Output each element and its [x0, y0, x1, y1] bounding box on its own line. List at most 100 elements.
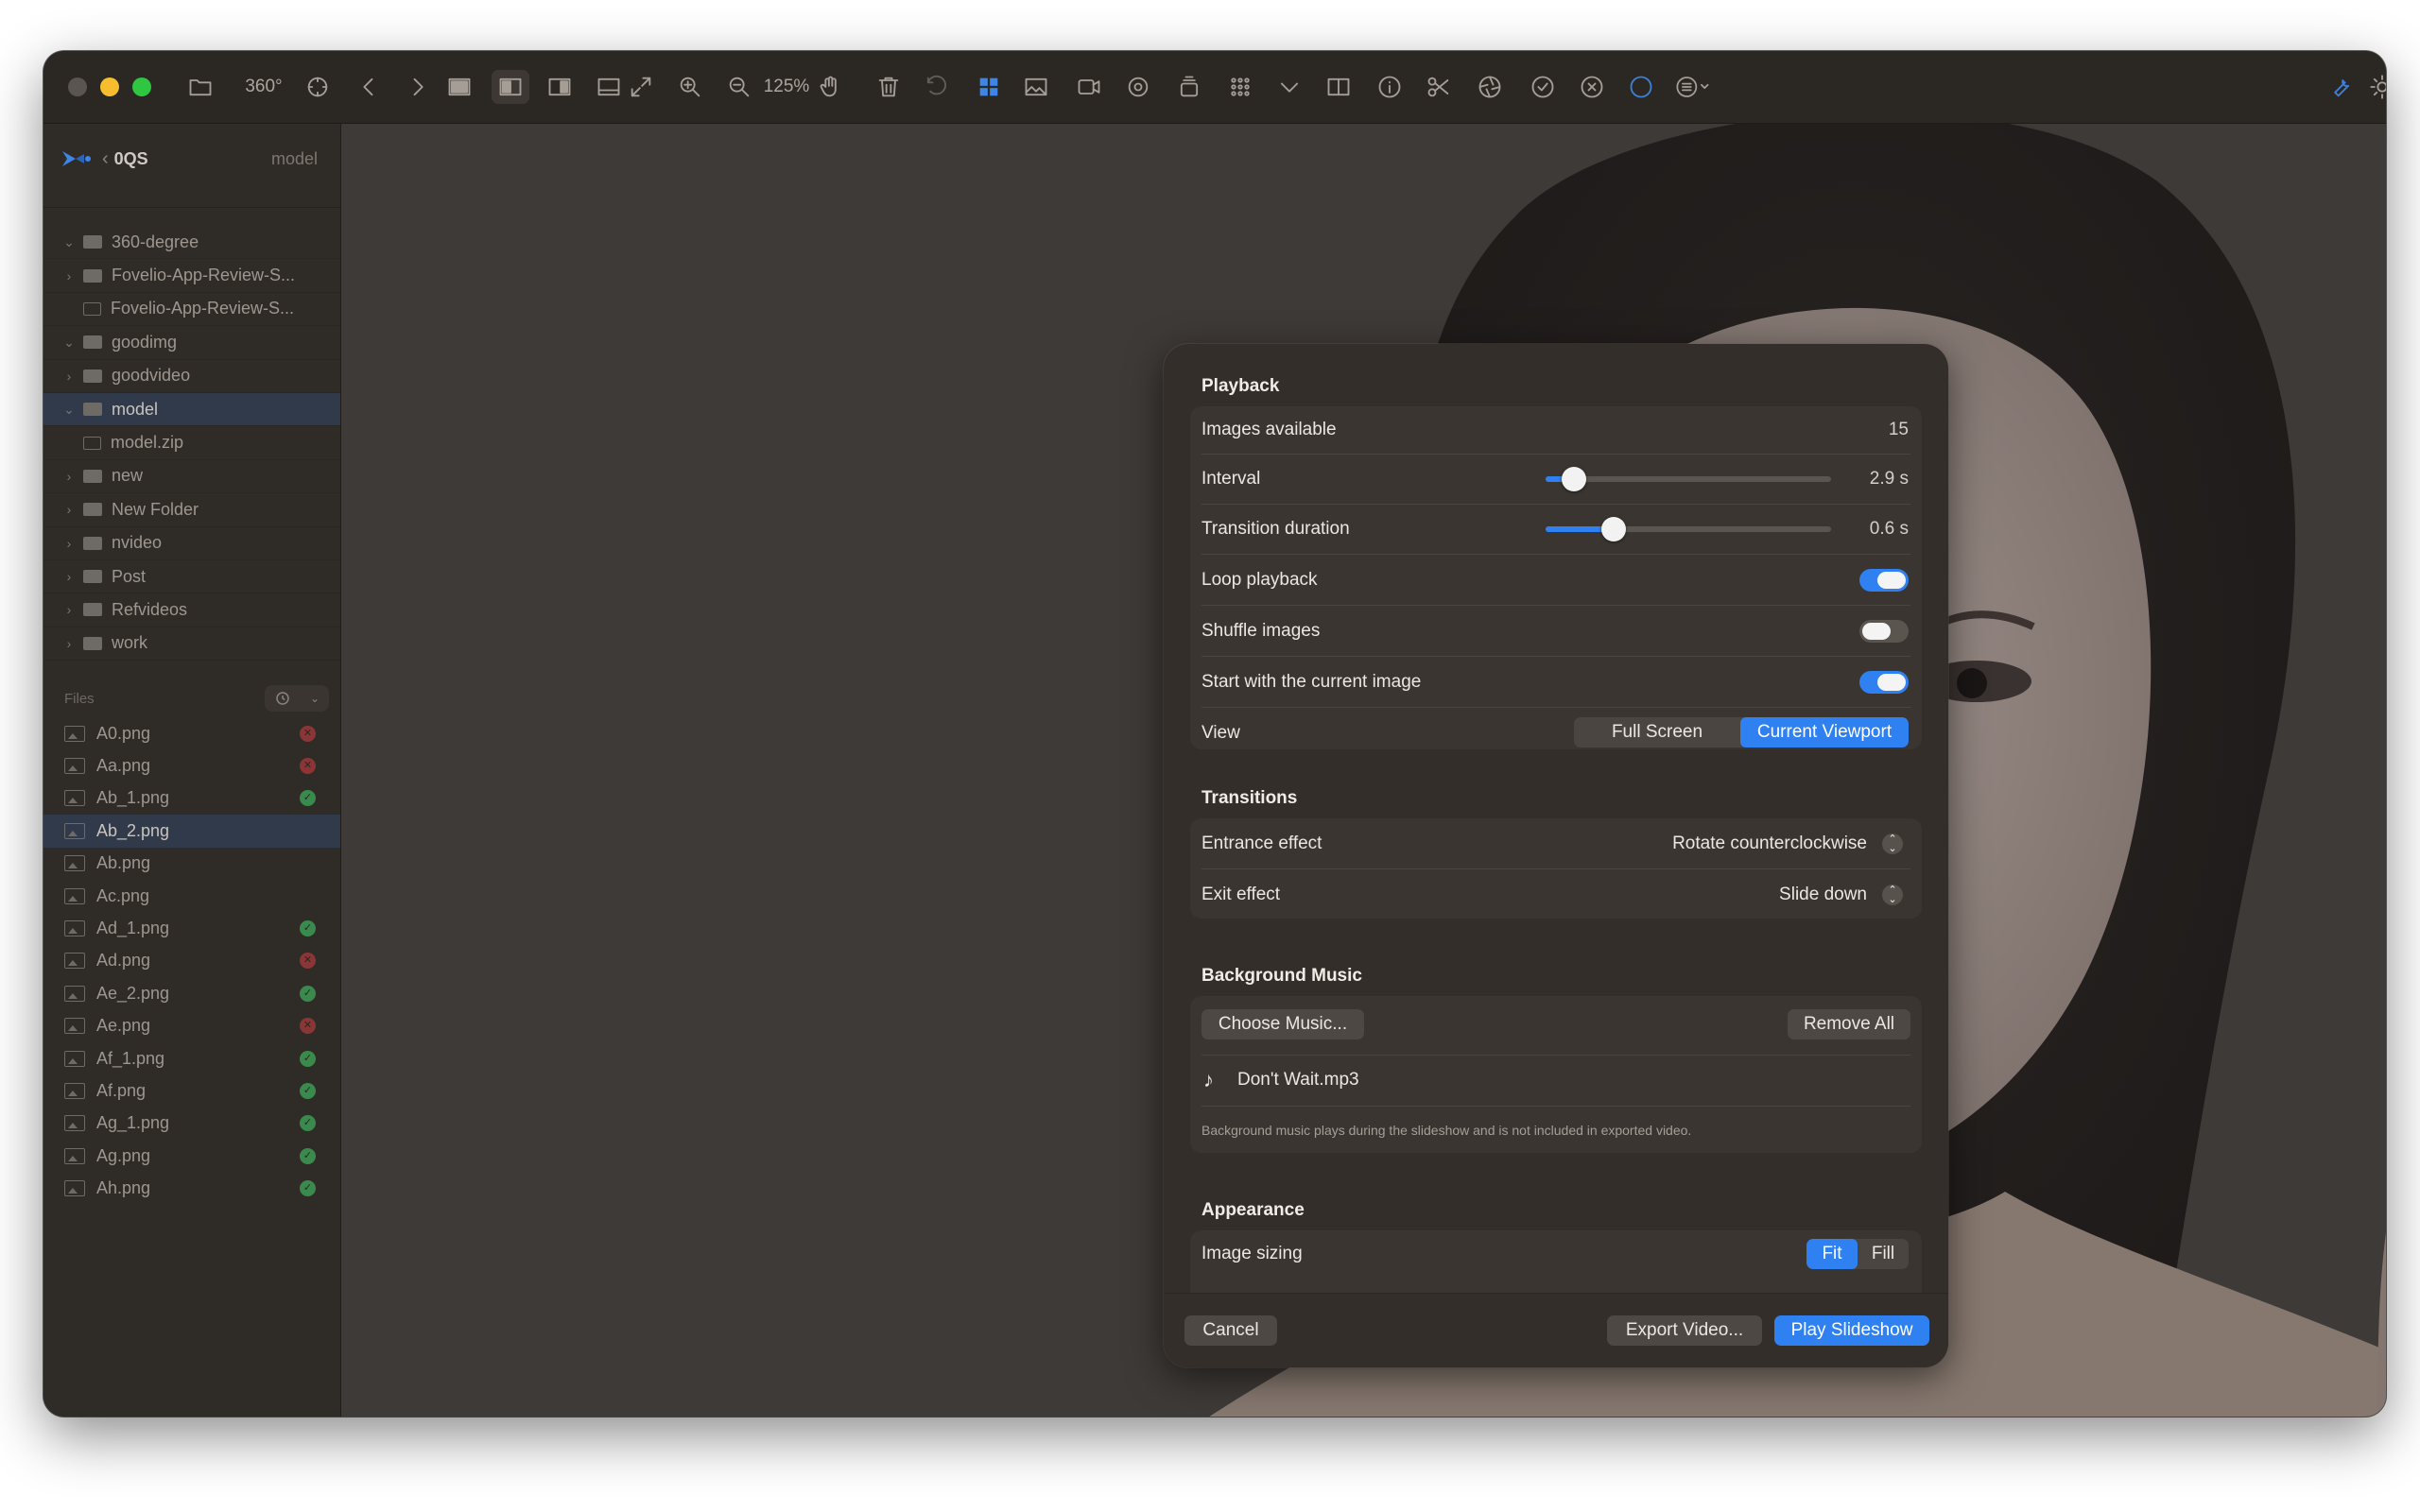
apps-grid-icon[interactable]: [1223, 70, 1257, 104]
fullscreen-icon[interactable]: [624, 70, 658, 104]
start-current-toggle[interactable]: [1859, 670, 1909, 694]
rejected-badge-icon[interactable]: ✕: [300, 1018, 316, 1035]
chevron-down-icon[interactable]: ⌄: [62, 335, 76, 351]
file-item[interactable]: Ag.png ✓: [43, 1140, 340, 1172]
minimize-window-button[interactable]: [100, 77, 119, 96]
chevron-right-icon[interactable]: ›: [62, 536, 76, 551]
chevron-right-icon[interactable]: ›: [62, 569, 76, 584]
folder-item[interactable]: › New Folder: [43, 493, 340, 527]
chevron-down-icon[interactable]: ⌄: [62, 402, 76, 418]
chevron-down-icon[interactable]: [1272, 70, 1306, 104]
accepted-badge-icon[interactable]: ✓: [300, 1082, 316, 1099]
file-item[interactable]: Ad_1.png ✓: [43, 912, 340, 944]
folder-item[interactable]: ⌄ 360-degree: [43, 226, 340, 260]
file-item[interactable]: Af_1.png ✓: [43, 1042, 340, 1074]
file-item[interactable]: Ae_2.png ✓: [43, 977, 340, 1009]
brightness-icon[interactable]: [2365, 70, 2386, 104]
accepted-badge-icon[interactable]: ✓: [300, 1147, 316, 1164]
filter-menu-icon[interactable]: [1669, 70, 1717, 104]
wrench-icon[interactable]: [2324, 70, 2358, 104]
chevron-right-icon[interactable]: ›: [62, 369, 76, 384]
aperture-icon[interactable]: [1473, 70, 1507, 104]
accepted-badge-icon[interactable]: ✓: [300, 1050, 316, 1067]
check-circle-icon[interactable]: [1526, 70, 1560, 104]
circle-icon[interactable]: [1624, 70, 1658, 104]
chevron-right-icon[interactable]: ›: [62, 502, 76, 517]
close-window-button[interactable]: [68, 77, 87, 96]
sizing-fit-option[interactable]: Fit: [1806, 1239, 1858, 1269]
folder-item[interactable]: model.zip: [43, 426, 340, 460]
view-360-button[interactable]: 360°: [240, 70, 287, 104]
entrance-effect-popup[interactable]: Rotate counterclockwise ⌃ ⌄: [1672, 833, 1903, 854]
accepted-badge-icon[interactable]: ✓: [300, 1115, 316, 1132]
file-item[interactable]: Ah.png ✓: [43, 1172, 340, 1204]
interval-slider-knob[interactable]: [1562, 467, 1587, 491]
view-current-viewport-option[interactable]: Current Viewport: [1740, 717, 1909, 747]
interval-slider[interactable]: [1546, 467, 1831, 491]
view-full-screen-option[interactable]: Full Screen: [1574, 717, 1740, 747]
right-sidebar-view-icon[interactable]: [543, 70, 577, 104]
sizing-fill-option[interactable]: Fill: [1858, 1239, 1909, 1269]
image-canvas[interactable]: Playback Images available 15 Interval 2.…: [341, 124, 2386, 1417]
zoom-out-icon[interactable]: [722, 70, 756, 104]
folder-item[interactable]: ⌄ model: [43, 392, 340, 427]
file-item[interactable]: Ab_2.png: [43, 815, 340, 848]
file-item[interactable]: A0.png ✕: [43, 717, 340, 749]
transition-duration-slider[interactable]: [1546, 517, 1831, 541]
spinner-icon[interactable]: [301, 70, 335, 104]
file-item[interactable]: Ad.png ✕: [43, 945, 340, 977]
folder-item[interactable]: › goodvideo: [43, 360, 340, 393]
transition-slider-knob[interactable]: [1601, 517, 1627, 541]
folder-item[interactable]: Fovelio-App-Review-S...: [43, 293, 340, 327]
folder-item[interactable]: › work: [43, 627, 340, 662]
chevron-right-icon[interactable]: ›: [62, 636, 76, 651]
loop-toggle[interactable]: [1859, 568, 1909, 592]
folder-item[interactable]: › nvideo: [43, 527, 340, 560]
file-item[interactable]: Ac.png: [43, 880, 340, 912]
folder-item[interactable]: › Refvideos: [43, 593, 340, 627]
music-track-row[interactable]: ♪ Don't Wait.mp3: [1190, 1056, 1922, 1105]
rejected-badge-icon[interactable]: ✕: [300, 953, 316, 970]
remove-all-button[interactable]: Remove All: [1788, 1009, 1910, 1040]
info-icon[interactable]: [1373, 70, 1407, 104]
file-item[interactable]: Ab.png: [43, 848, 340, 880]
undo-icon[interactable]: [919, 70, 953, 104]
folder-item[interactable]: › new: [43, 460, 340, 494]
single-view-icon[interactable]: [442, 70, 476, 104]
zoom-in-icon[interactable]: [673, 70, 707, 104]
back-icon[interactable]: [352, 70, 386, 104]
folder-icon[interactable]: [183, 70, 217, 104]
scissors-icon[interactable]: [1422, 70, 1456, 104]
chevron-right-icon[interactable]: ›: [62, 602, 76, 617]
accepted-badge-icon[interactable]: ✓: [300, 985, 316, 1002]
chevron-right-icon[interactable]: ›: [62, 469, 76, 484]
folder-item[interactable]: › Post: [43, 560, 340, 594]
files-sort-control[interactable]: ⌄: [264, 685, 329, 712]
choose-music-button[interactable]: Choose Music...: [1201, 1009, 1364, 1040]
accepted-badge-icon[interactable]: ✓: [300, 920, 316, 937]
trash-icon[interactable]: [872, 70, 906, 104]
play-slideshow-button[interactable]: Play Slideshow: [1774, 1315, 1929, 1346]
left-sidebar-view-icon[interactable]: [492, 70, 529, 104]
accepted-badge-icon[interactable]: ✓: [300, 1180, 316, 1197]
zoom-level[interactable]: 125%: [760, 70, 813, 104]
accepted-badge-icon[interactable]: ✓: [300, 790, 316, 807]
file-item[interactable]: Ae.png ✕: [43, 1010, 340, 1042]
file-item[interactable]: Ab_1.png ✓: [43, 782, 340, 815]
file-item[interactable]: Af.png ✓: [43, 1074, 340, 1107]
grid-view-icon[interactable]: [972, 70, 1006, 104]
folder-item[interactable]: ⌄ goodimg: [43, 326, 340, 360]
compare-icon[interactable]: [1322, 70, 1356, 104]
file-item[interactable]: Ag_1.png ✓: [43, 1108, 340, 1140]
zoom-window-button[interactable]: [132, 77, 151, 96]
chevron-right-icon[interactable]: ›: [62, 268, 76, 284]
rejected-badge-icon[interactable]: ✕: [300, 758, 316, 775]
folder-item[interactable]: › Fovelio-App-Review-S...: [43, 259, 340, 293]
cancel-button[interactable]: Cancel: [1184, 1315, 1277, 1346]
video-icon[interactable]: [1070, 70, 1108, 104]
file-item[interactable]: Aa.png ✕: [43, 749, 340, 782]
hand-tool-icon[interactable]: [813, 70, 847, 104]
export-video-button[interactable]: Export Video...: [1607, 1315, 1762, 1346]
shuffle-toggle[interactable]: [1859, 619, 1909, 643]
target-icon[interactable]: [1121, 70, 1155, 104]
